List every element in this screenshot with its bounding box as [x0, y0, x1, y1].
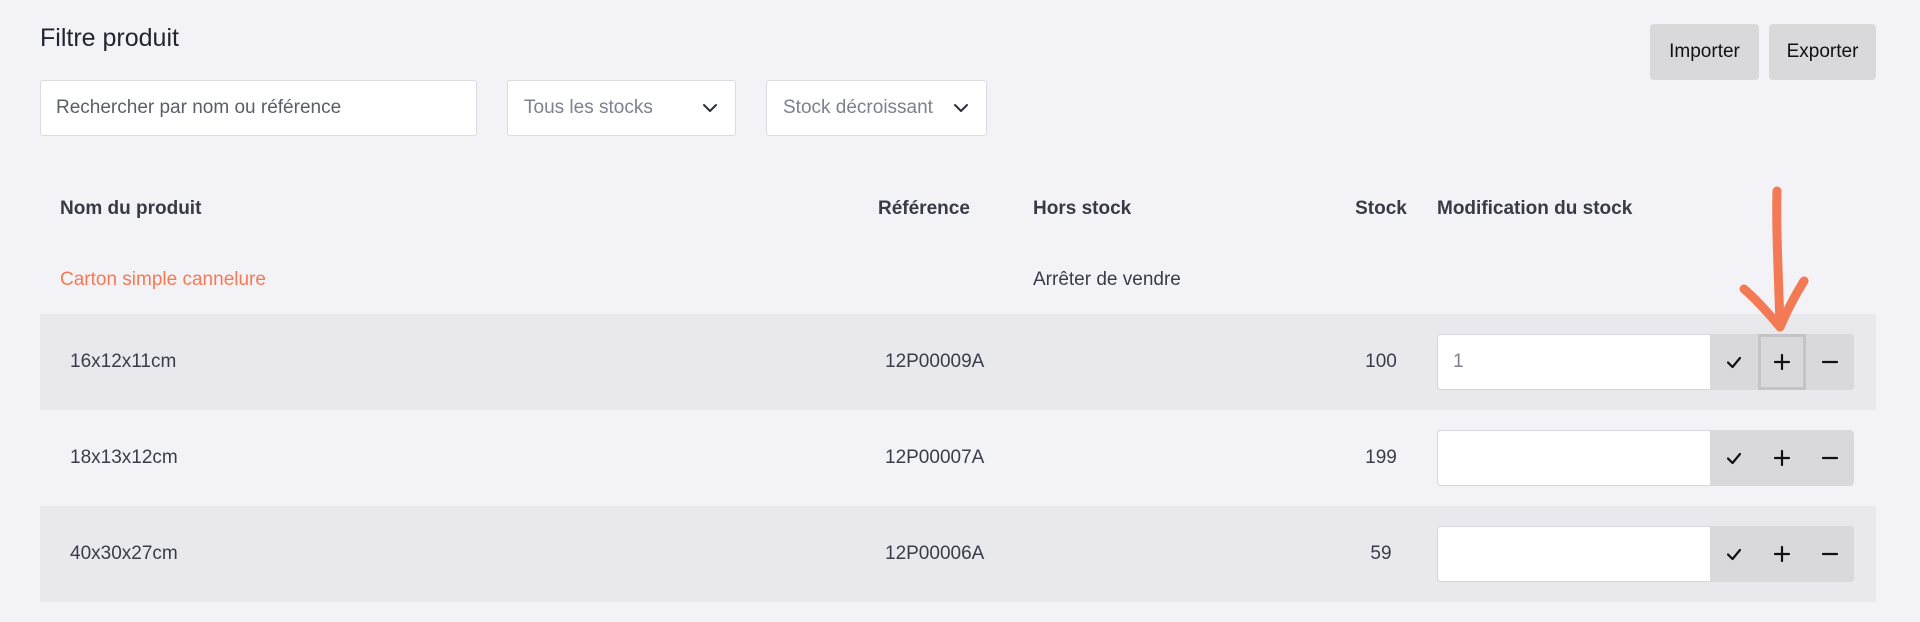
top-actions: Importer Exporter	[1650, 24, 1876, 80]
confirm-button[interactable]	[1710, 526, 1758, 582]
table-row: 40x30x27cm 12P00006A 59	[40, 506, 1876, 602]
search-input[interactable]	[40, 80, 477, 136]
stock-modification-control	[1437, 334, 1854, 390]
variant-name: 18x13x12cm	[70, 447, 178, 468]
minus-icon	[1821, 552, 1839, 556]
minus-icon	[1821, 360, 1839, 364]
confirm-button[interactable]	[1710, 334, 1758, 390]
decrement-button[interactable]	[1806, 430, 1854, 486]
product-group-name[interactable]: Carton simple cannelure	[60, 269, 266, 291]
export-button[interactable]: Exporter	[1769, 24, 1876, 80]
product-group-out-of-stock: Arrêter de vendre	[1033, 269, 1181, 290]
table-row: 18x13x12cm 12P00007A 199	[40, 410, 1876, 506]
variant-name: 16x12x11cm	[70, 351, 177, 372]
variant-reference: 12P00009A	[885, 351, 985, 372]
stock-qty-input[interactable]	[1437, 526, 1710, 582]
variant-stock: 199	[1365, 447, 1397, 468]
header-reference: Référence	[878, 198, 970, 219]
page-title: Filtre produit	[40, 24, 179, 52]
stock-filter-value: Tous les stocks	[524, 97, 653, 118]
increment-button[interactable]	[1758, 430, 1806, 486]
filters-bar: Tous les stocks Stock décroissant	[40, 80, 987, 136]
stock-filter-select[interactable]: Tous les stocks	[507, 80, 736, 136]
stock-qty-input[interactable]	[1437, 334, 1710, 390]
stock-modification-control	[1437, 430, 1854, 486]
table-header: Nom du produit Référence Hors stock Stoc…	[40, 168, 1876, 252]
sort-select[interactable]: Stock décroissant	[766, 80, 987, 136]
variant-name: 40x30x27cm	[70, 543, 178, 564]
variant-stock: 100	[1365, 351, 1397, 372]
import-button[interactable]: Importer	[1650, 24, 1759, 80]
increment-button[interactable]	[1758, 334, 1806, 390]
variant-stock: 59	[1370, 543, 1392, 564]
plus-icon	[1773, 449, 1791, 467]
chevron-down-icon	[701, 99, 719, 117]
minus-icon	[1821, 456, 1839, 460]
header-stock: Stock	[1355, 198, 1407, 219]
check-icon	[1726, 452, 1742, 465]
decrement-button[interactable]	[1806, 526, 1854, 582]
confirm-button[interactable]	[1710, 430, 1758, 486]
products-table: Nom du produit Référence Hors stock Stoc…	[40, 168, 1876, 602]
stock-modification-control	[1437, 526, 1854, 582]
header-out-of-stock: Hors stock	[1033, 198, 1132, 219]
plus-icon	[1773, 545, 1791, 563]
header-name: Nom du produit	[60, 198, 202, 219]
increment-button[interactable]	[1758, 526, 1806, 582]
plus-icon	[1773, 353, 1791, 371]
check-icon	[1726, 548, 1742, 561]
variant-reference: 12P00006A	[885, 543, 985, 564]
product-group-row: Carton simple cannelure Arrêter de vendr…	[40, 252, 1876, 314]
check-icon	[1726, 356, 1742, 369]
chevron-down-icon	[952, 99, 970, 117]
header-modification: Modification du stock	[1437, 198, 1633, 219]
sort-value: Stock décroissant	[783, 97, 933, 118]
decrement-button[interactable]	[1806, 334, 1854, 390]
table-row: 16x12x11cm 12P00009A 100	[40, 314, 1876, 410]
stock-qty-input[interactable]	[1437, 430, 1710, 486]
variant-reference: 12P00007A	[885, 447, 985, 468]
